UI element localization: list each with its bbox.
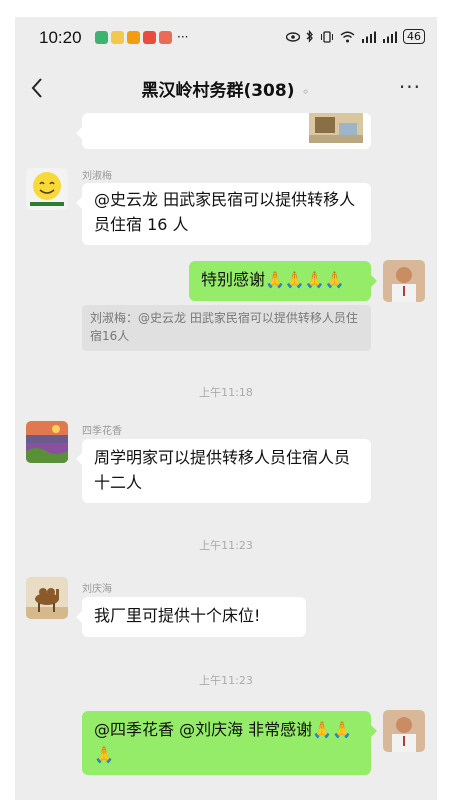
app-notification-icon xyxy=(111,31,124,44)
mute-icon: ⚬ xyxy=(300,85,311,99)
avatar-camel-photo xyxy=(26,577,68,619)
avatar-photo xyxy=(383,260,425,302)
timestamp: 上午11:23 xyxy=(199,674,253,687)
avatar-photo xyxy=(383,710,425,752)
avatar[interactable] xyxy=(26,421,68,463)
app-notification-icon xyxy=(127,31,140,44)
wifi-icon xyxy=(340,31,355,42)
sender-name: 刘庆海 xyxy=(82,584,112,595)
message-bubble[interactable]: 周学明家可以提供转移人员住宿人员十二人 xyxy=(76,439,371,503)
message-bubble[interactable]: 我厂里可提供十个床位! xyxy=(76,597,306,637)
chat-screen: 10:20 ··· 46 黑汉岭村务群(308) ⚬ ··· 刘淑梅 @史云龙 … xyxy=(15,17,437,800)
status-bar: 10:20 ··· 46 xyxy=(15,17,437,57)
avatar[interactable] xyxy=(26,577,68,619)
more-notifications: ··· xyxy=(177,30,189,44)
chat-header: 黑汉岭村务群(308) ⚬ ··· xyxy=(15,73,437,109)
timestamp: 上午11:18 xyxy=(199,386,253,399)
system-icons: 46 xyxy=(286,29,425,44)
my-avatar[interactable] xyxy=(383,710,425,752)
chat-title-row: 黑汉岭村务群(308) ⚬ xyxy=(15,76,437,101)
vibrate-icon xyxy=(321,30,333,43)
more-button[interactable]: ··· xyxy=(399,73,421,101)
my-avatar[interactable] xyxy=(383,260,425,302)
avatar-landscape-photo xyxy=(26,421,68,463)
status-time: 10:20 xyxy=(39,28,82,47)
notification-icons: ··· xyxy=(95,31,188,44)
timestamp: 上午11:23 xyxy=(199,539,253,552)
message-bubble[interactable]: @四季花香 @刘庆海 非常感谢🙏🙏🙏 xyxy=(82,711,377,775)
message-bubble[interactable]: 特别感谢🙏🙏🙏🙏 xyxy=(189,261,377,301)
signal-icon xyxy=(383,31,397,43)
app-notification-icon xyxy=(143,31,156,44)
message-bubble[interactable]: @史云龙 田武家民宿可以提供转移人员住宿 16 人 xyxy=(76,183,371,245)
bluetooth-icon xyxy=(306,30,313,43)
more-dots-icon: ··· xyxy=(398,75,421,99)
battery-indicator: 46 xyxy=(403,29,425,44)
message-notification-icon xyxy=(95,31,108,44)
quoted-message[interactable]: 刘淑梅：@史云龙 田武家民宿可以提供转移人员住宿16人 xyxy=(82,305,371,351)
avatar[interactable] xyxy=(26,168,68,210)
avatar-smiley-icon xyxy=(30,172,64,206)
app-notification-icon xyxy=(159,31,172,44)
image-thumbnail xyxy=(309,113,363,143)
eye-icon xyxy=(286,31,300,42)
sender-name: 刘淑梅 xyxy=(82,171,112,182)
sender-name: 四季花香 xyxy=(82,426,122,437)
group-title: 黑汉岭村务群(308) xyxy=(141,81,295,101)
previous-image-message[interactable] xyxy=(76,113,371,149)
signal-icon xyxy=(362,31,376,43)
